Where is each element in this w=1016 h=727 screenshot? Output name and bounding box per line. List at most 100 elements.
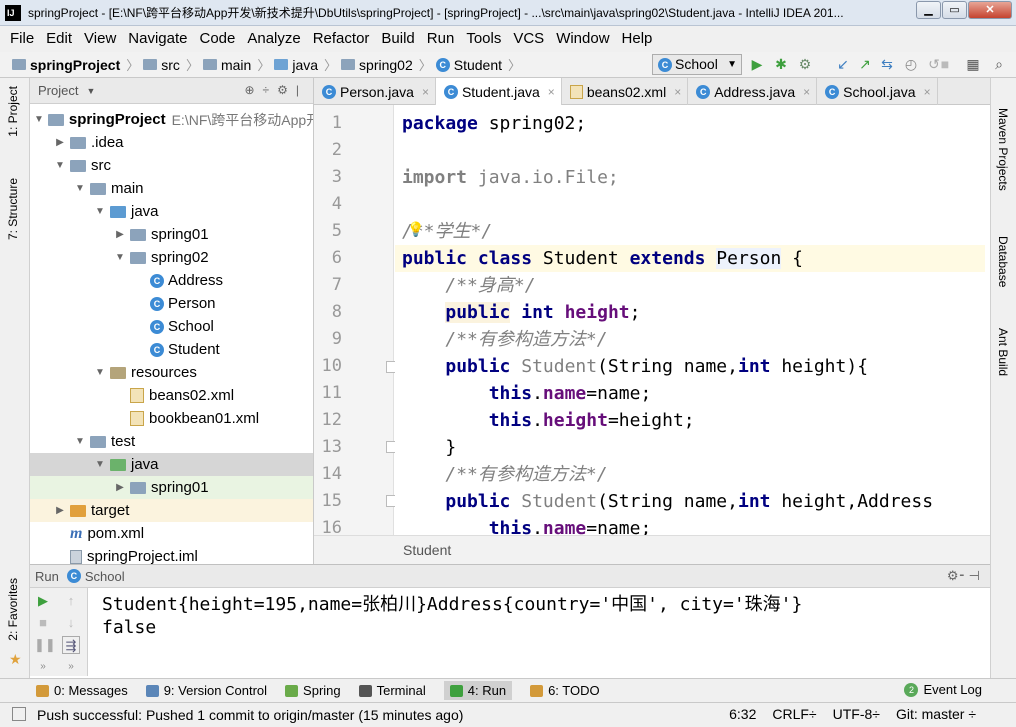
- tool-windows-icon[interactable]: [12, 707, 26, 721]
- structure-tool-tab[interactable]: 7: Structure: [6, 178, 20, 240]
- bottom-tab-9-version-control[interactable]: 9: Version Control: [145, 683, 267, 698]
- run-console[interactable]: Student{height=195,name=张柏川}Address{coun…: [88, 588, 990, 676]
- caret-position[interactable]: 6:32: [729, 706, 756, 722]
- vcs-branch[interactable]: Git: master ÷: [896, 706, 976, 722]
- minimize-button[interactable]: ▁: [916, 1, 941, 19]
- chevron-right-icon[interactable]: ▶: [54, 137, 66, 148]
- chevron-down-icon[interactable]: ▼: [94, 206, 106, 217]
- chevron-down-icon[interactable]: ▼: [74, 436, 86, 447]
- chevron-right-icon[interactable]: ▶: [114, 229, 126, 240]
- file-encoding[interactable]: UTF-8÷: [833, 706, 880, 722]
- vcs-update-icon[interactable]: ↙: [834, 55, 852, 73]
- tree-item-student[interactable]: C Student: [30, 338, 313, 361]
- tree-item-springproject[interactable]: ▼ springProject E:\NF\跨平台移动App开: [30, 108, 313, 131]
- debug-icon[interactable]: ✱: [772, 55, 790, 73]
- maven-tool-tab[interactable]: Maven Projects: [996, 108, 1010, 191]
- tree-item-pom-xml[interactable]: m pom.xml: [30, 522, 313, 545]
- maximize-button[interactable]: ▭: [942, 1, 967, 19]
- chevron-right-icon[interactable]: ▶: [54, 505, 66, 516]
- project-structure-icon[interactable]: ▦: [964, 55, 982, 73]
- tree-item-main[interactable]: ▼ main: [30, 177, 313, 200]
- menu-file[interactable]: File: [4, 26, 40, 52]
- tree-item-beans02-xml[interactable]: beans02.xml: [30, 384, 313, 407]
- tree-item-java[interactable]: ▼ java: [30, 200, 313, 223]
- editor-tab-beans02-xml[interactable]: beans02.xml ×: [562, 78, 689, 105]
- code-editor[interactable]: package spring02; import java.io.File; /…: [395, 105, 985, 535]
- menu-run[interactable]: Run: [421, 26, 461, 52]
- run-panel-settings-icon[interactable]: ⚙⁃ ⊣: [947, 568, 980, 584]
- chevron-down-icon[interactable]: ▼: [94, 367, 106, 378]
- tree-item-test[interactable]: ▼ test: [30, 430, 313, 453]
- chevron-down-icon[interactable]: ▼: [114, 252, 126, 263]
- chevron-down-icon[interactable]: ▼: [74, 183, 86, 194]
- scroll-up-icon[interactable]: ↑: [62, 592, 80, 610]
- close-tab-icon[interactable]: ×: [674, 85, 681, 99]
- close-tab-icon[interactable]: ×: [422, 85, 429, 99]
- close-tab-icon[interactable]: ×: [924, 85, 931, 99]
- tree-item-src[interactable]: ▼ src: [30, 154, 313, 177]
- panel-header-icons[interactable]: ⊕÷⚙|: [244, 83, 307, 97]
- soft-wrap-icon[interactable]: ⇶: [62, 636, 80, 654]
- close-tab-icon[interactable]: ×: [803, 85, 810, 99]
- breadcrumb-src[interactable]: src 〉: [143, 55, 199, 74]
- bottom-tab-6-todo[interactable]: 6: TODO: [530, 683, 600, 698]
- menu-refactor[interactable]: Refactor: [307, 26, 376, 52]
- chevron-down-icon[interactable]: ▼: [94, 459, 106, 470]
- menu-edit[interactable]: Edit: [40, 26, 78, 52]
- tree-item-spring02[interactable]: ▼ spring02: [30, 246, 313, 269]
- close-tab-icon[interactable]: ×: [548, 85, 555, 99]
- tree-item--idea[interactable]: ▶ .idea: [30, 131, 313, 154]
- chevron-down-icon[interactable]: ▼: [54, 160, 66, 171]
- bottom-tab-0-messages[interactable]: 0: Messages: [36, 683, 128, 698]
- breadcrumb-java[interactable]: java 〉: [274, 55, 337, 74]
- tree-item-bookbean01-xml[interactable]: bookbean01.xml: [30, 407, 313, 430]
- run-icon[interactable]: ▶: [748, 55, 766, 73]
- close-button[interactable]: ✕: [968, 1, 1012, 19]
- tree-item-resources[interactable]: ▼ resources: [30, 361, 313, 384]
- coverage-icon[interactable]: ⚙: [796, 55, 814, 73]
- breadcrumb-student[interactable]: C Student 〉: [435, 55, 521, 74]
- vcs-commit-icon[interactable]: ↗: [856, 55, 874, 73]
- tree-item-spring01[interactable]: ▶ spring01: [30, 476, 313, 499]
- menu-navigate[interactable]: Navigate: [122, 26, 193, 52]
- tree-item-school[interactable]: C School: [30, 315, 313, 338]
- menu-view[interactable]: View: [78, 26, 122, 52]
- tree-item-person[interactable]: C Person: [30, 292, 313, 315]
- chevron-right-icon[interactable]: ▶: [114, 482, 126, 493]
- breadcrumb-main[interactable]: main 〉: [202, 55, 270, 74]
- menu-code[interactable]: Code: [193, 26, 241, 52]
- search-icon[interactable]: ⌕: [990, 55, 1008, 73]
- tree-item-address[interactable]: C Address: [30, 269, 313, 292]
- editor-tab-student-java[interactable]: C Student.java ×: [435, 78, 562, 105]
- menu-build[interactable]: Build: [375, 26, 420, 52]
- stop-icon[interactable]: ■: [936, 55, 954, 73]
- menu-tools[interactable]: Tools: [460, 26, 507, 52]
- status-message[interactable]: Push successful: Pushed 1 commit to orig…: [37, 707, 463, 723]
- tree-item-springproject-iml[interactable]: springProject.iml: [30, 545, 313, 564]
- chevron-down-icon[interactable]: ▼: [86, 86, 95, 96]
- editor-tab-address-java[interactable]: C Address.java ×: [688, 78, 818, 105]
- project-tool-tab[interactable]: 1: Project: [6, 86, 20, 137]
- scroll-down-icon[interactable]: ↓: [62, 614, 80, 632]
- bottom-tab-spring[interactable]: Spring: [285, 683, 341, 698]
- lightbulb-icon[interactable]: 💡: [407, 221, 424, 238]
- run-config-select[interactable]: C School ▼: [652, 54, 742, 75]
- favorites-tool-tab[interactable]: 2: Favorites: [6, 578, 20, 641]
- line-separator[interactable]: CRLF÷: [772, 706, 816, 722]
- event-log-tab[interactable]: 2 Event Log: [904, 682, 982, 697]
- bottom-tab-4-run[interactable]: 4: Run: [443, 681, 513, 700]
- vcs-compare-icon[interactable]: ⇆: [878, 55, 896, 73]
- more-icon[interactable]: »: [62, 658, 80, 676]
- database-tool-tab[interactable]: Database: [996, 236, 1010, 287]
- tree-item-spring01[interactable]: ▶ spring01: [30, 223, 313, 246]
- bottom-tab-terminal[interactable]: Terminal: [358, 683, 426, 698]
- chevron-down-icon[interactable]: ▼: [34, 114, 44, 125]
- tree-item-target[interactable]: ▶ target: [30, 499, 313, 522]
- rerun-icon[interactable]: ▶: [34, 592, 52, 610]
- menu-analyze[interactable]: Analyze: [241, 26, 306, 52]
- ant-build-tool-tab[interactable]: Ant Build: [996, 328, 1010, 376]
- menu-vcs[interactable]: VCS: [507, 26, 550, 52]
- breadcrumb-spring02[interactable]: spring02 〉: [341, 55, 432, 74]
- vcs-history-icon[interactable]: ◴: [902, 55, 920, 73]
- more-icon[interactable]: »: [34, 658, 52, 676]
